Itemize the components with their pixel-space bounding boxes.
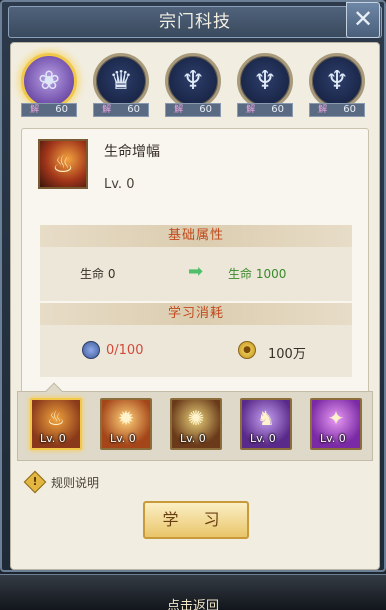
dragon-beast-icon: ♆ [165,53,221,109]
life-boost-icon: ♨ [38,139,88,189]
cost-gold: 100万 [268,347,306,362]
gold-coin-icon: ● [238,341,256,359]
skill-slot-4[interactable]: ♞ Lv. 0 [240,398,294,454]
close-button[interactable]: ✕ [346,2,380,38]
tech-level: 60 [271,104,284,115]
skill-detail-card: ♨ 生命增幅 Lv. 0 基础属性 生命 0 ➡ 生命 1000 学习消耗 0/… [21,128,369,398]
window-title: 宗门科技 [8,6,382,38]
lock-icon: 解 [318,105,328,115]
bottom-bar: 点击返回 [0,574,386,610]
dragon-beast-icon: ♆ [309,53,365,109]
skill-slot-3[interactable]: ✺ Lv. 0 [170,398,224,454]
cost-section-title: 学习消耗 [40,303,352,325]
lock-icon: 解 [174,105,184,115]
lock-icon: 解 [246,105,256,115]
skill-slot-level: Lv. 0 [250,432,276,445]
skill-slot-level: Lv. 0 [320,432,346,445]
skill-slot-5[interactable]: ✦ Lv. 0 [310,398,364,454]
info-icon[interactable]: ! [23,470,47,494]
tech-level: 60 [55,104,68,115]
tech-level-badge: 解 60 [21,103,77,117]
tech-tab-3[interactable]: ♆ 解 60 [163,53,223,119]
tech-level-badge: 解 60 [165,103,221,117]
attr-next: 生命 1000 [228,267,287,281]
rules-link[interactable]: 规则说明 [51,474,99,491]
arrow-right-icon: ➡ [188,261,204,282]
attr-current: 生命 0 [80,267,116,281]
tech-level-badge: 解 60 [309,103,365,117]
skill-slot-level: Lv. 0 [40,432,66,445]
tech-panel: ❀ 解 60 ♛ 解 60 ♆ 解 60 ♆ 解 60 ♆ 解 60 ♨ 生命增… [10,42,380,570]
skill-level: Lv. 0 [104,177,135,192]
skill-name: 生命增幅 [104,144,160,160]
tech-tab-1[interactable]: ❀ 解 60 [19,53,79,119]
skill-slot-1[interactable]: ♨ Lv. 0 [30,398,84,454]
skill-slot-level: Lv. 0 [180,432,206,445]
skill-slot-level: Lv. 0 [110,432,136,445]
cost-section: 0/100 ● 100万 [40,325,352,377]
tech-tab-4[interactable]: ♆ 解 60 [235,53,295,119]
attr-section: 生命 0 ➡ 生命 1000 [40,247,352,301]
dragon-beast-icon: ♆ [237,53,293,109]
close-icon: ✕ [352,5,374,33]
tech-level-badge: 解 60 [237,103,293,117]
tiger-beast-icon: ♛ [93,53,149,109]
tech-level: 60 [343,104,356,115]
lock-icon: 解 [102,105,112,115]
return-button[interactable]: 点击返回 [0,595,386,610]
tech-window: 宗门科技 ✕ ❀ 解 60 ♛ 解 60 ♆ 解 60 ♆ 解 60 ♆ 解 6… [0,0,386,572]
skill-list: ♨ Lv. 0 ✹ Lv. 0 ✺ Lv. 0 ♞ Lv. 0 ✦ Lv. 0 [17,382,373,461]
tech-tab-5[interactable]: ♆ 解 60 [307,53,367,119]
rabbit-beast-icon: ❀ [21,53,77,109]
skill-slot-2[interactable]: ✹ Lv. 0 [100,398,154,454]
attr-section-title: 基础属性 [40,225,352,247]
tech-level: 60 [127,104,140,115]
cost-token: 0/100 [106,343,144,358]
lock-icon: 解 [30,105,40,115]
tech-token-icon [82,341,100,359]
learn-button[interactable]: 学 习 [143,501,249,539]
tech-level-badge: 解 60 [93,103,149,117]
tech-level: 60 [199,104,212,115]
tech-tab-2[interactable]: ♛ 解 60 [91,53,151,119]
